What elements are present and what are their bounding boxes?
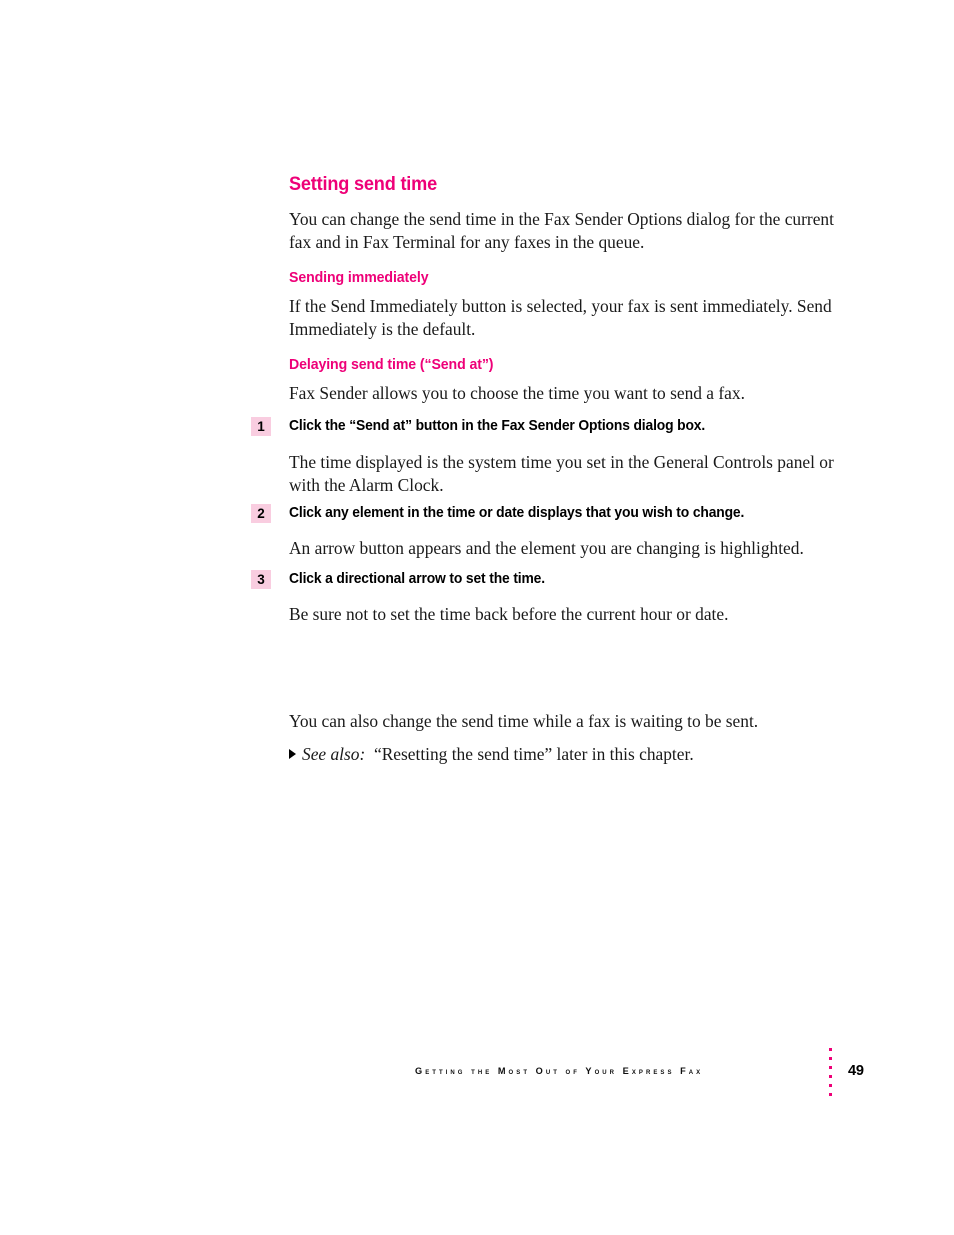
subsection-heading-sending-immediately: Sending immediately bbox=[289, 269, 429, 286]
step-item: 2 Click any element in the time or date … bbox=[251, 504, 834, 523]
see-also-note: See also: “Resetting the send time” late… bbox=[289, 743, 834, 766]
document-page: Setting send time You can change the sen… bbox=[0, 0, 954, 1235]
step-body: The time displayed is the system time yo… bbox=[289, 452, 834, 495]
footer-dotted-divider bbox=[829, 1048, 833, 1098]
page-number: 49 bbox=[848, 1063, 864, 1079]
see-also-text: “Resetting the send time” later in this … bbox=[373, 744, 694, 764]
step-title: Click the “Send at” button in the Fax Se… bbox=[289, 418, 706, 434]
step-number-badge: 3 bbox=[251, 570, 271, 589]
subsection-heading-delaying-send-time: Delaying send time (“Send at”) bbox=[289, 356, 494, 373]
section-heading: Setting send time bbox=[289, 173, 437, 195]
triangle-bullet-icon bbox=[289, 749, 296, 759]
see-also-label: See also: bbox=[302, 744, 366, 764]
step-number-badge: 1 bbox=[251, 417, 271, 436]
figure-placeholder bbox=[289, 640, 834, 700]
subsection-body-sending-immediately: If the Send Immediately button is select… bbox=[289, 296, 832, 339]
step-title: Click a directional arrow to set the tim… bbox=[289, 571, 545, 587]
closing-paragraph: You can also change the send time while … bbox=[289, 711, 759, 731]
footer-chapter-title: Getting the Most Out of Your Express Fax bbox=[415, 1066, 704, 1076]
step-item: 1 Click the “Send at” button in the Fax … bbox=[251, 417, 834, 436]
step-item: 3 Click a directional arrow to set the t… bbox=[251, 570, 834, 589]
section-intro-paragraph: You can change the send time in the Fax … bbox=[289, 209, 834, 252]
page-footer: Getting the Most Out of Your Express Fax… bbox=[0, 1048, 954, 1096]
step-body: Be sure not to set the time back before … bbox=[289, 604, 729, 624]
step-title: Click any element in the time or date di… bbox=[289, 505, 745, 521]
step-number-badge: 2 bbox=[251, 504, 271, 523]
step-body: An arrow button appears and the element … bbox=[289, 538, 804, 558]
subsection-body-delaying-send-time: Fax Sender allows you to choose the time… bbox=[289, 383, 745, 403]
